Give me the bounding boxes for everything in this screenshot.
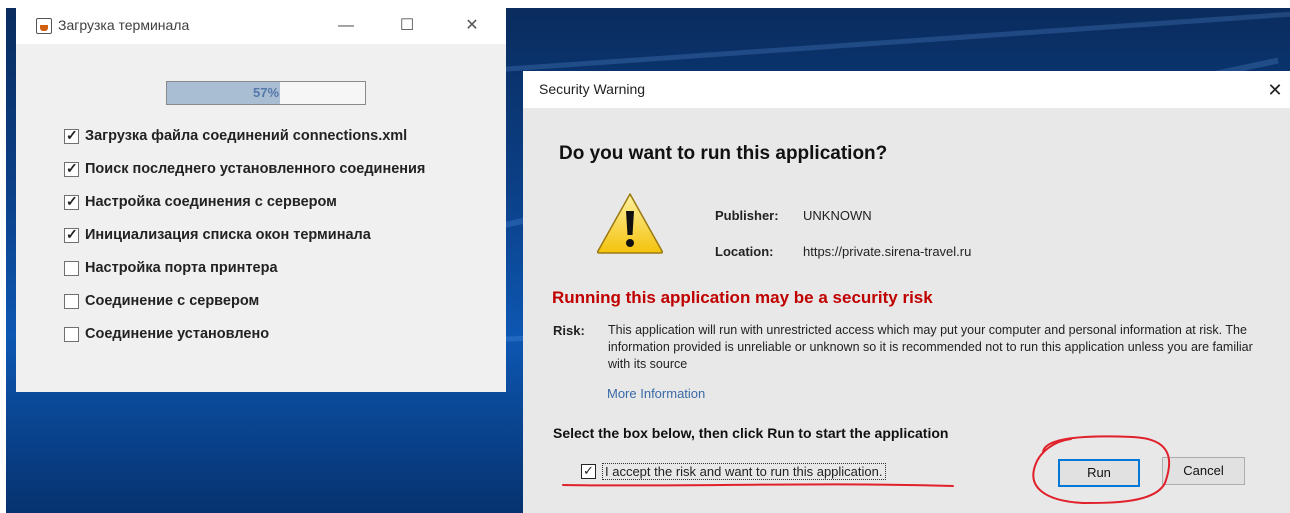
task-label: Инициализация списка окон терминала <box>85 227 371 243</box>
java-icon <box>36 18 52 34</box>
maximize-button[interactable]: ☐ <box>387 12 427 40</box>
publisher-value: UNKNOWN <box>803 208 872 223</box>
task-checkbox <box>64 260 79 276</box>
accept-risk-label[interactable]: I accept the risk and want to run this a… <box>602 463 886 480</box>
location-label: Location: <box>715 244 774 259</box>
task-item: Настройка соединения с сервером <box>64 191 337 213</box>
accept-risk-checkbox[interactable] <box>581 463 596 479</box>
progress-text: 57% <box>252 85 280 100</box>
annotation-underline <box>562 483 954 487</box>
accept-risk-row[interactable]: I accept the risk and want to run this a… <box>581 463 886 480</box>
task-label: Загрузка файла соединений connections.xm… <box>85 128 408 144</box>
select-instruction: Select the box below, then click Run to … <box>553 425 949 441</box>
task-label: Поиск последнего установленного соединен… <box>85 161 426 177</box>
loader-titlebar[interactable]: Загрузка терминала — ☐ ✕ <box>16 8 506 44</box>
light-ray <box>485 10 1290 73</box>
location-value: https://private.sirena-travel.ru <box>803 244 972 259</box>
close-button[interactable]: ✕ <box>452 12 492 40</box>
task-checkbox <box>64 193 79 210</box>
risk-headline: Running this application may be a securi… <box>552 288 933 307</box>
progress-bar: 57% <box>166 81 366 105</box>
security-warning-dialog: Security Warning ✕ Do you want to run th… <box>523 71 1290 513</box>
task-label: Настройка соединения с сервером <box>85 194 337 210</box>
task-item: Загрузка файла соединений connections.xm… <box>64 125 407 147</box>
warning-icon <box>596 193 664 254</box>
security-headline: Do you want to run this application? <box>559 143 888 164</box>
cancel-button[interactable]: Cancel <box>1162 457 1245 485</box>
security-titlebar[interactable]: Security Warning ✕ <box>523 71 1290 108</box>
task-label: Соединение установлено <box>85 326 270 342</box>
task-item: Соединение установлено <box>64 323 269 345</box>
task-checkbox <box>64 226 79 243</box>
close-icon[interactable]: ✕ <box>1260 75 1290 105</box>
task-checkbox <box>64 127 79 144</box>
minimize-button[interactable]: — <box>326 12 366 40</box>
task-label: Соединение с сервером <box>85 293 260 309</box>
task-label: Настройка порта принтера <box>85 260 278 276</box>
terminal-loader-window: Загрузка терминала — ☐ ✕ 57% Загрузка фа… <box>16 8 506 392</box>
task-item: Соединение с сервером <box>64 290 259 312</box>
task-item: Инициализация списка окон терминала <box>64 224 371 246</box>
loader-title: Загрузка терминала <box>58 17 190 33</box>
run-button[interactable]: Run <box>1058 459 1140 487</box>
task-item: Настройка порта принтера <box>64 257 278 279</box>
task-checkbox <box>64 160 79 177</box>
publisher-label: Publisher: <box>715 208 779 223</box>
task-checkbox <box>64 326 79 342</box>
risk-label: Risk: <box>553 323 585 338</box>
task-checkbox <box>64 293 79 309</box>
security-title: Security Warning <box>539 81 646 97</box>
more-information-link[interactable]: More Information <box>607 386 705 401</box>
task-item: Поиск последнего установленного соединен… <box>64 158 425 180</box>
desktop-background: Загрузка терминала — ☐ ✕ 57% Загрузка фа… <box>6 8 1290 513</box>
risk-description: This application will run with unrestric… <box>608 323 1253 371</box>
